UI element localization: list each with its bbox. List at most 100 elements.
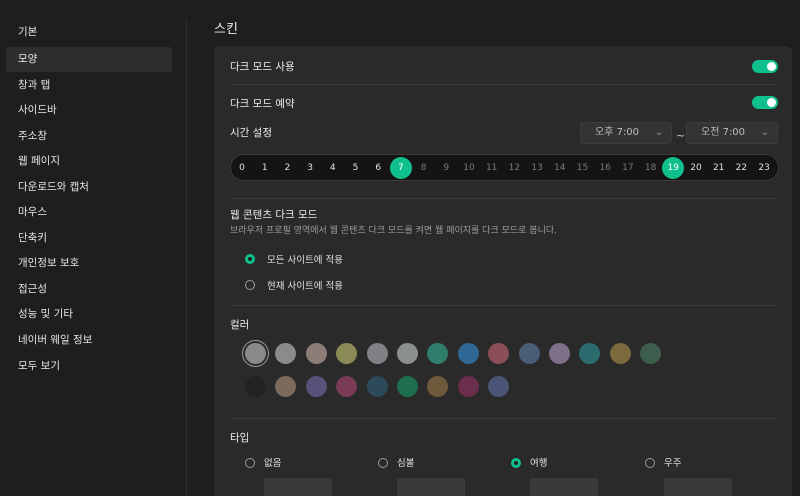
hour-label-8[interactable]: 8 — [413, 157, 435, 179]
end-time-value: 오전 7:00 — [701, 127, 746, 138]
color-swatch[interactable] — [609, 343, 631, 364]
dark-mode-label: 다크 모드 사용 — [230, 61, 295, 73]
radio-type-none[interactable] — [245, 458, 255, 468]
web-dark-mode-description: 브라우저 프로필 영역에서 웹 콘텐츠 다크 모드를 켜면 웹 페이지를 다크 … — [230, 226, 557, 236]
color-swatch[interactable] — [366, 376, 388, 397]
radio-type-travel[interactable] — [511, 458, 521, 468]
sidebar-item-accessibility[interactable]: 접근성 — [6, 277, 172, 302]
color-swatch[interactable] — [245, 343, 266, 364]
color-swatch[interactable] — [397, 343, 418, 364]
color-swatch[interactable] — [275, 343, 297, 364]
color-swatch[interactable] — [488, 376, 510, 397]
type-symbol-label[interactable]: 심볼 — [397, 455, 414, 469]
color-swatch[interactable] — [488, 343, 510, 364]
sidebar-divider — [186, 20, 187, 496]
color-swatch[interactable] — [305, 343, 327, 364]
color-swatch[interactable] — [457, 343, 479, 364]
radio-current-site-label[interactable]: 현재 사이트에 적용 — [267, 278, 343, 292]
color-swatch[interactable] — [275, 376, 297, 397]
page-title: 스킨 — [214, 22, 238, 37]
divider — [230, 198, 778, 199]
hour-label-10[interactable]: 10 — [458, 157, 480, 179]
color-swatch[interactable] — [640, 343, 662, 364]
dark-schedule-toggle[interactable] — [752, 96, 778, 109]
hour-label-11[interactable]: 11 — [481, 157, 503, 179]
sidebar-item-windows-tabs[interactable]: 창과 탭 — [6, 73, 172, 98]
hour-label-7[interactable]: 7 — [389, 157, 412, 179]
type-label: 타입 — [230, 432, 250, 444]
hour-label-4[interactable]: 4 — [322, 157, 344, 179]
hour-label-15[interactable]: 15 — [572, 157, 594, 179]
sidebar-item-basic[interactable]: 기본 — [6, 20, 172, 45]
hour-label-22[interactable]: 22 — [730, 157, 752, 179]
end-time-select[interactable]: 오전 7:00 ⌄ — [686, 122, 778, 144]
hour-label-1[interactable]: 1 — [254, 157, 276, 179]
hour-label-0[interactable]: 0 — [231, 157, 253, 179]
hour-label-5[interactable]: 5 — [345, 157, 367, 179]
sidebar-item-about[interactable]: 네이버 웨일 정보 — [6, 328, 172, 353]
hour-label-13[interactable]: 13 — [526, 157, 548, 179]
sidebar-item-mouse[interactable]: 마우스 — [6, 200, 172, 225]
sidebar-item-download-capture[interactable]: 다운로드와 캡처 — [6, 175, 172, 200]
hour-label-9[interactable]: 9 — [435, 157, 457, 179]
hour-label-14[interactable]: 14 — [549, 157, 571, 179]
sidebar-item-web-page[interactable]: 웹 페이지 — [6, 149, 172, 174]
toggle-knob — [767, 98, 776, 107]
hour-label-3[interactable]: 3 — [299, 157, 321, 179]
radio-current-site[interactable] — [245, 280, 255, 290]
divider — [230, 84, 778, 85]
dark-mode-toggle[interactable] — [752, 60, 778, 73]
start-time-select[interactable]: 오후 7:00 ⌄ — [580, 122, 672, 144]
type-none-preview[interactable] — [264, 478, 332, 496]
color-swatch[interactable] — [366, 343, 388, 364]
color-swatch[interactable] — [427, 343, 449, 364]
color-swatch[interactable] — [427, 376, 449, 397]
color-swatch[interactable] — [397, 376, 418, 397]
sidebar-item-address-bar[interactable]: 주소창 — [6, 124, 172, 149]
radio-type-space[interactable] — [645, 458, 655, 468]
hour-label-16[interactable]: 16 — [594, 157, 616, 179]
sidebar-item-shortcuts[interactable]: 단축키 — [6, 226, 172, 251]
radio-all-sites[interactable] — [245, 254, 255, 264]
type-space-preview[interactable] — [664, 478, 732, 496]
radio-all-sites-label[interactable]: 모든 사이트에 적용 — [267, 252, 343, 266]
sidebar-item-view-all[interactable]: 모두 보기 — [6, 354, 172, 379]
sidebar-item-sidebar[interactable]: 사이드바 — [6, 98, 172, 123]
hour-label-17[interactable]: 17 — [617, 157, 639, 179]
sidebar-item-appearance[interactable]: 모양 — [6, 47, 172, 72]
type-none-label[interactable]: 없음 — [264, 455, 281, 469]
color-swatch[interactable] — [457, 376, 479, 397]
color-swatch[interactable] — [518, 343, 540, 364]
type-space-label[interactable]: 우주 — [664, 455, 681, 469]
time-range-separator: ~ — [676, 129, 686, 142]
hour-label-2[interactable]: 2 — [276, 157, 298, 179]
type-travel-preview[interactable] — [530, 478, 598, 496]
color-swatch[interactable] — [336, 376, 358, 397]
hour-label-18[interactable]: 18 — [640, 157, 662, 179]
toggle-knob — [767, 62, 776, 71]
hour-label-21[interactable]: 21 — [708, 157, 730, 179]
web-dark-mode-title: 웹 콘텐츠 다크 모드 — [230, 209, 318, 221]
hour-label-20[interactable]: 20 — [685, 157, 707, 179]
color-swatch[interactable] — [336, 343, 358, 364]
hour-label-23[interactable]: 23 — [753, 157, 775, 179]
dark-schedule-label: 다크 모드 예약 — [230, 98, 295, 110]
color-swatch[interactable] — [245, 376, 266, 397]
sidebar-item-performance[interactable]: 성능 및 기타 — [6, 302, 172, 327]
hour-range-slider[interactable]: 0 1 2 3 4 5 6 7 8 9 10 11 12 13 14 15 16 17 18 19 20 21 22 23 — [230, 154, 779, 181]
skin-settings-panel: 다크 모드 사용 다크 모드 예약 시간 설정 오후 7:00 ⌄ ~ 오전 7… — [214, 46, 792, 496]
divider — [230, 305, 778, 306]
type-travel-label[interactable]: 여행 — [530, 455, 547, 469]
color-label: 컬러 — [230, 319, 250, 331]
sidebar-item-privacy[interactable]: 개인정보 보호 — [6, 251, 172, 276]
start-time-value: 오후 7:00 — [595, 127, 640, 138]
hour-label-6[interactable]: 6 — [367, 157, 389, 179]
color-swatch[interactable] — [549, 343, 570, 364]
hour-label-12[interactable]: 12 — [503, 157, 525, 179]
radio-type-symbol[interactable] — [378, 458, 388, 468]
color-swatch[interactable] — [579, 343, 601, 364]
chevron-down-icon: ⌄ — [654, 127, 663, 138]
type-symbol-preview[interactable] — [397, 478, 465, 496]
color-swatch[interactable] — [305, 376, 327, 397]
hour-label-19[interactable]: 19 — [662, 157, 685, 179]
